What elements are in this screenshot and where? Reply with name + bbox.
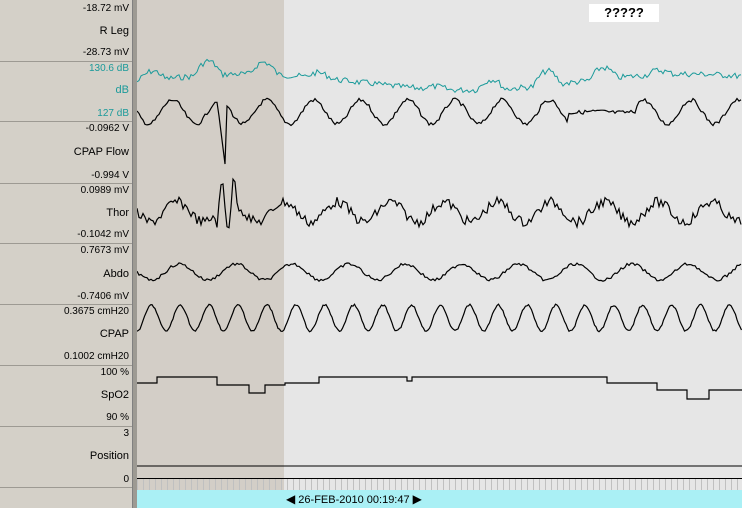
channel-abdo: 0.7673 mV Abdo -0.7406 mV: [0, 243, 132, 305]
cpap-bottom-value: 0.1002 cmH20: [63, 351, 129, 362]
spo2-top-value: 100 %: [100, 367, 129, 378]
db-bottom-value: 127 dB: [97, 108, 129, 119]
rleg-top-value: -18.72 mV: [82, 3, 129, 14]
channel-cpap: 0.3675 cmH20 CPAP 0.1002 cmH20: [0, 304, 132, 366]
cpap-flow-trace: [137, 97, 742, 165]
time-ruler: [137, 478, 742, 490]
abdo-bottom-value: -0.7406 mV: [77, 291, 129, 302]
position-top-value: 3: [123, 428, 129, 439]
thor-trace: [137, 177, 742, 230]
channel-rleg: -18.72 mV R Leg -28.73 mV: [0, 0, 132, 62]
cpap-name: CPAP: [99, 328, 129, 340]
triangle-right-icon[interactable]: ▶: [413, 492, 422, 506]
abdo-trace: [137, 262, 742, 283]
thor-top-value: 0.0989 mV: [80, 185, 129, 196]
spo2-trace: [137, 376, 742, 400]
thor-bottom-value: -0.1042 mV: [77, 229, 129, 240]
signal-traces: [137, 58, 742, 467]
channel-db: 130.6 dB dB 127 dB: [0, 61, 132, 122]
cpapflow-top-value: -0.0962 V: [85, 123, 129, 134]
cpap-trace: [137, 303, 742, 333]
timeline-bar[interactable]: [137, 490, 742, 508]
cpapflow-name: CPAP Flow: [73, 146, 129, 158]
triangle-left-icon[interactable]: ◀: [286, 492, 295, 506]
channel-thor: 0.0989 mV Thor -0.1042 mV: [0, 183, 132, 244]
thor-name: Thor: [106, 207, 129, 219]
channel-label-panel: -18.72 mV R Leg -28.73 mV 130.6 dB dB 12…: [0, 0, 132, 508]
rleg-name: R Leg: [99, 25, 129, 37]
rleg-bottom-value: -28.73 mV: [82, 47, 129, 58]
signal-plot-area[interactable]: ?????: [137, 0, 742, 508]
cpapflow-bottom-value: -0.994 V: [91, 170, 129, 181]
channel-position: 3 Position 0: [0, 426, 132, 488]
cpap-top-value: 0.3675 cmH20: [63, 306, 129, 317]
spo2-bottom-value: 90 %: [106, 412, 129, 423]
channel-spo2: 100 % SpO2 90 %: [0, 365, 132, 427]
abdo-top-value: 0.7673 mV: [80, 245, 129, 256]
channel-cpap-flow: -0.0962 V CPAP Flow -0.994 V: [0, 121, 132, 184]
timeline-nav: ◀ 26-FEB-2010 00:19:47 ▶: [286, 492, 422, 506]
abdo-name: Abdo: [103, 268, 129, 280]
annotation-label[interactable]: ?????: [589, 4, 659, 22]
position-name: Position: [89, 450, 129, 462]
spo2-name: SpO2: [100, 389, 129, 401]
db-name: dB: [115, 84, 129, 96]
db-top-value: 130.6 dB: [88, 63, 129, 74]
position-bottom-value: 0: [123, 474, 129, 485]
db-trace: [137, 58, 742, 94]
timeline-timestamp: 26-FEB-2010 00:19:47: [298, 494, 410, 506]
